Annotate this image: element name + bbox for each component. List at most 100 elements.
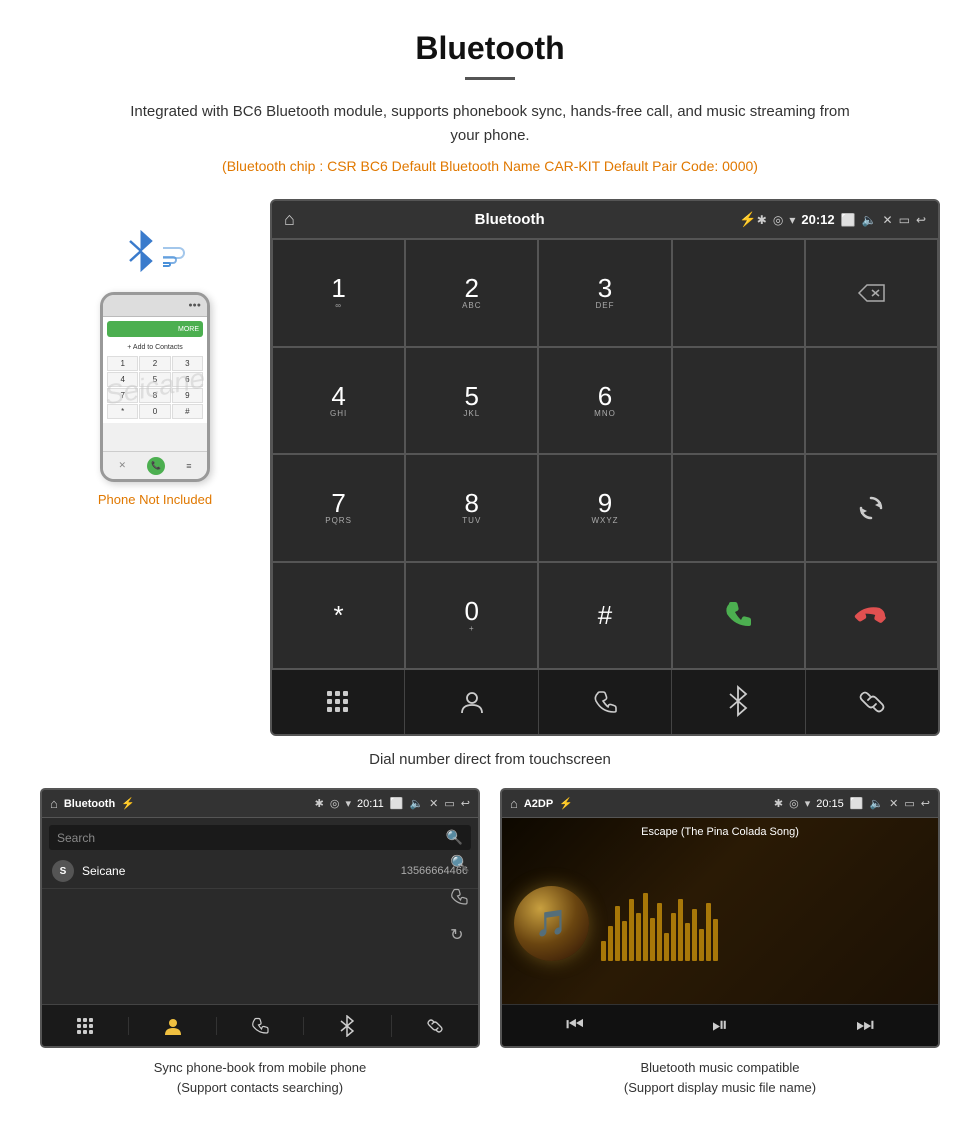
music-controls: ⏮ ⏯ ⏭ (502, 1004, 938, 1046)
signal-waves (163, 247, 185, 267)
contacts-bt-icon: ✱ (315, 797, 324, 810)
x-icon: ✕ (883, 213, 893, 227)
music-wifi-icon: ▾ (805, 797, 811, 810)
contacts-screen-container: ⌂ Bluetooth ⚡ ✱ ◎ ▾ 20:11 ⬜ 🔈 ✕ ▭ ↩ (40, 788, 480, 1097)
bluetooth-icon (126, 229, 156, 284)
dial-key-6[interactable]: 6 MNO (538, 347, 671, 455)
page-description: Integrated with BC6 Bluetooth module, su… (115, 100, 865, 148)
back-icon[interactable]: ↩ (916, 213, 926, 227)
dial-key-4[interactable]: 4 GHI (272, 347, 405, 455)
sync-caption: Sync phone-book from mobile phone (Suppo… (40, 1058, 480, 1097)
nav-bluetooth[interactable] (672, 670, 805, 734)
next-btn[interactable]: ⏭ (856, 1014, 874, 1037)
home-icon[interactable]: ⌂ (284, 209, 295, 230)
phone-key-0: 0 (139, 404, 170, 419)
dial-empty-4 (672, 454, 805, 562)
music-time: 20:15 (816, 798, 844, 810)
dial-key-0[interactable]: 0 + (405, 562, 538, 670)
small-nav-link[interactable] (392, 1017, 478, 1035)
music-usb-icon: ⚡ (559, 797, 573, 810)
music-main-area: 🎵 (502, 842, 938, 1004)
contacts-wifi-icon: ▾ (346, 797, 352, 810)
phone-key-hash: # (172, 404, 203, 419)
nav-dialpad[interactable] (272, 670, 405, 734)
contacts-usb-icon: ⚡ (121, 797, 135, 810)
phone-not-included-label: Phone Not Included (98, 492, 212, 507)
equalizer (601, 886, 926, 961)
dial-refresh[interactable] (805, 454, 938, 562)
music-bt-icon: ✱ (774, 797, 783, 810)
contacts-bottom-nav (42, 1004, 478, 1046)
phone-bottom-bar: ✕ 📞 ≡ (103, 451, 207, 479)
contacts-loc-icon: ◎ (330, 797, 340, 810)
nav-calls[interactable] (539, 670, 672, 734)
phone-key-6: 6 (172, 372, 203, 387)
dial-key-star[interactable]: * (272, 562, 405, 670)
dial-backspace[interactable] (805, 239, 938, 347)
contacts-cam-icon: ⬜ (390, 797, 404, 810)
dial-endcall-btn[interactable] (805, 562, 938, 670)
nav-contacts[interactable] (405, 670, 538, 734)
music-loc-icon: ◎ (789, 797, 799, 810)
usb-icon: ⚡ (739, 211, 756, 228)
phone-screen: MORE + Add to Contacts 1 2 3 4 5 6 7 8 9… (103, 317, 207, 423)
dial-key-1[interactable]: 1 ∞ (272, 239, 405, 347)
music-title: A2DP (524, 798, 553, 810)
contacts-header: ⌂ Bluetooth ⚡ ✱ ◎ ▾ 20:11 ⬜ 🔈 ✕ ▭ ↩ (42, 790, 478, 818)
album-art: 🎵 (514, 886, 589, 961)
phone-key-9: 9 (172, 388, 203, 403)
small-nav-dialpad[interactable] (42, 1017, 129, 1035)
phone-call-btn: 📞 (147, 457, 165, 475)
car-screen-main: ⌂ Bluetooth ⚡ ✱ ◎ ▾ 20:12 ⬜ 🔈 ✕ ▭ ↩ (270, 199, 940, 736)
clock: 20:12 (801, 212, 834, 227)
dial-key-7[interactable]: 7 PQRS (272, 454, 405, 562)
small-nav-contacts-active[interactable] (129, 1017, 216, 1035)
car-screen-title: Bluetooth (310, 211, 709, 228)
dial-key-9[interactable]: 9 WXYZ (538, 454, 671, 562)
contacts-body: Search 🔍 S Seicane 13566664466 🔍 (42, 818, 478, 1046)
phone-side-icon[interactable] (450, 888, 470, 911)
bluetooth-signal-area (126, 229, 185, 284)
contacts-search-bar[interactable]: Search 🔍 (49, 825, 471, 850)
phone-key-4: 4 (107, 372, 138, 387)
contacts-back-icon[interactable]: ↩ (461, 797, 470, 810)
music-x-icon: ✕ (889, 797, 898, 810)
page-title: Bluetooth (40, 30, 940, 67)
dial-caption: Dial number direct from touchscreen (40, 751, 940, 768)
music-header: ⌂ A2DP ⚡ ✱ ◎ ▾ 20:15 ⬜ 🔈 ✕ ▭ ↩ (502, 790, 938, 818)
contact-name: Seicane (82, 864, 401, 878)
contacts-screen: ⌂ Bluetooth ⚡ ✱ ◎ ▾ 20:11 ⬜ 🔈 ✕ ▭ ↩ (40, 788, 480, 1048)
dial-key-2[interactable]: 2 ABC (405, 239, 538, 347)
phone-key-star: * (107, 404, 138, 419)
contacts-x-icon: ✕ (429, 797, 438, 810)
play-pause-btn[interactable]: ⏯ (712, 1014, 728, 1037)
window-icon: ▭ (899, 213, 910, 227)
music-cam-icon: ⬜ (850, 797, 864, 810)
dialpad-grid: 1 ∞ 2 ABC 3 DEF (272, 239, 938, 669)
dial-key-5[interactable]: 5 JKL (405, 347, 538, 455)
music-screen-container: ⌂ A2DP ⚡ ✱ ◎ ▾ 20:15 ⬜ 🔈 ✕ ▭ ↩ Escape (T… (500, 788, 940, 1097)
prev-btn[interactable]: ⏮ (566, 1014, 584, 1037)
dial-empty-2 (672, 347, 805, 455)
bluetooth-specs: (Bluetooth chip : CSR BC6 Default Blueto… (40, 158, 940, 174)
music-home-icon[interactable]: ⌂ (510, 796, 518, 811)
wifi-icon: ▾ (789, 213, 795, 227)
dial-call-btn[interactable] (672, 562, 805, 670)
refresh-side-icon[interactable]: ↻ (450, 925, 470, 945)
small-nav-bluetooth[interactable] (304, 1015, 391, 1037)
status-icons: ✱ ◎ ▾ 20:12 ⬜ 🔈 ✕ ▭ ↩ (757, 212, 926, 227)
music-back-icon[interactable]: ↩ (921, 797, 930, 810)
contacts-vol-icon: 🔈 (409, 797, 423, 810)
music-track-name: Escape (The Pina Colada Song) (502, 818, 938, 842)
dial-key-3[interactable]: 3 DEF (538, 239, 671, 347)
dial-key-hash[interactable]: # (538, 562, 671, 670)
dial-key-8[interactable]: 8 TUV (405, 454, 538, 562)
contact-row[interactable]: S Seicane 13566664466 (42, 854, 478, 889)
phone-add-contacts-label: + Add to Contacts (107, 341, 203, 354)
music-win-icon: ▭ (904, 797, 914, 810)
music-caption: Bluetooth music compatible (Support disp… (500, 1058, 940, 1097)
nav-link[interactable] (806, 670, 938, 734)
search-side-icon[interactable]: 🔍 (450, 854, 470, 874)
small-nav-calls[interactable] (217, 1017, 304, 1035)
contacts-home-icon[interactable]: ⌂ (50, 796, 58, 811)
